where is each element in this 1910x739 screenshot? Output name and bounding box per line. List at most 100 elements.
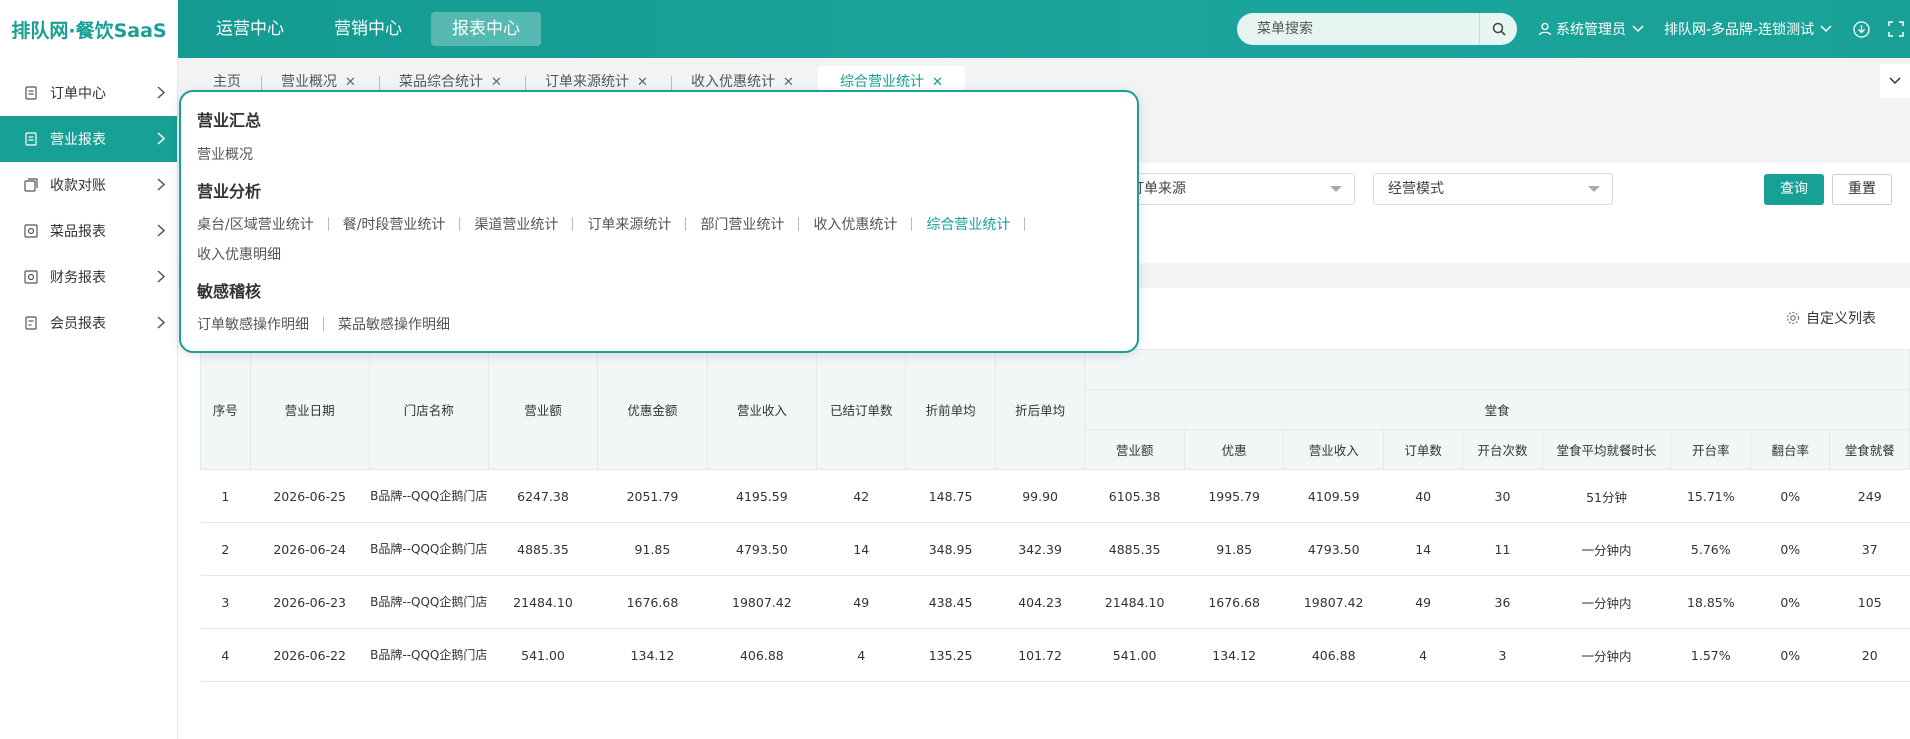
- chevron-down-icon: [1632, 25, 1644, 33]
- table-cell: 101.72: [995, 628, 1085, 682]
- table-cell: 404.23: [995, 575, 1085, 629]
- user-menu[interactable]: 系统管理员: [1538, 0, 1644, 58]
- table-cell: 2026-06-24: [250, 522, 370, 576]
- business-mode-select[interactable]: 经营模式: [1373, 173, 1613, 205]
- sidebar-item-member-report[interactable]: 会员报表: [0, 300, 177, 346]
- table-cell: 37: [1829, 522, 1910, 576]
- col-header: 序号: [200, 349, 251, 470]
- order-source-select[interactable]: 订单来源: [1115, 173, 1355, 205]
- table-cell: 18.85%: [1670, 575, 1751, 629]
- table-cell: 36: [1462, 575, 1543, 629]
- search-icon[interactable]: [1479, 13, 1517, 45]
- sidebar-item-reconcile[interactable]: 收款对账: [0, 162, 177, 208]
- table-cell: 42: [816, 469, 906, 523]
- table-cell: 21484.10: [488, 575, 598, 629]
- caret-down-icon: [1588, 186, 1600, 192]
- gear-icon: [1786, 311, 1800, 325]
- menu-section-title: 营业汇总: [197, 111, 262, 130]
- sub-col-header: 堂食平均就餐时长: [1541, 429, 1672, 470]
- chevron-right-icon: [157, 316, 165, 329]
- tabs-dropdown[interactable]: [1880, 64, 1910, 98]
- col-header: 优惠金额: [597, 349, 708, 470]
- table-cell: 1: [200, 469, 251, 523]
- user-name: 系统管理员: [1556, 22, 1626, 38]
- menu-links-summary: 营业概况: [197, 144, 1097, 164]
- table-cell: B品牌--QQQ企鹅门店: [369, 575, 489, 629]
- table-cell: 0%: [1750, 628, 1830, 682]
- logo[interactable]: 排队网·餐饮SaaS: [0, 0, 178, 58]
- caret-down-icon: [1330, 186, 1342, 192]
- download-icon[interactable]: [1853, 0, 1870, 58]
- menu-link[interactable]: 收入优惠统计: [813, 214, 897, 234]
- table-cell: 51分钟: [1542, 469, 1671, 523]
- table-row: 4 2026-06-22 B品牌--QQQ企鹅门店 541.00 134.12 406.8…: [200, 628, 1910, 682]
- table-cell: 0%: [1750, 522, 1830, 576]
- table-cell: 3: [200, 575, 251, 629]
- menu-link[interactable]: 渠道营业统计: [474, 214, 558, 234]
- table-cell: 134.12: [597, 628, 708, 682]
- sidebar-item-business-report[interactable]: 营业报表: [0, 116, 177, 162]
- menu-link[interactable]: 订单来源统计: [587, 214, 671, 234]
- brand-switcher[interactable]: 排队网-多品牌-连锁测试: [1664, 0, 1832, 58]
- table-header-row: 序号 营业日期 门店名称 营业额 优惠金额 营业收入 已结订单数 折前单均 折后…: [200, 349, 1910, 470]
- fullscreen-icon[interactable]: [1888, 0, 1904, 58]
- menu-link[interactable]: 订单敏感操作明细: [197, 314, 309, 334]
- table-cell: 1676.68: [597, 575, 708, 629]
- query-button[interactable]: 查询: [1764, 174, 1824, 205]
- menu-link[interactable]: 菜品敏感操作明细: [338, 314, 450, 334]
- sub-col-header: 订单数: [1382, 429, 1464, 470]
- menu-link[interactable]: 餐/时段营业统计: [343, 214, 446, 234]
- tab-divider: [379, 76, 380, 90]
- table-cell: 3: [1462, 628, 1543, 682]
- menu-link[interactable]: 桌台/区域营业统计: [197, 214, 314, 234]
- col-header: 已结订单数: [816, 349, 907, 470]
- menu-link[interactable]: 部门营业统计: [700, 214, 784, 234]
- sidebar-item-label: 订单中心: [50, 86, 106, 102]
- close-icon[interactable]: ✕: [637, 75, 648, 90]
- chevron-right-icon: [157, 132, 165, 145]
- menu-link-current[interactable]: 综合营业统计: [926, 214, 1010, 234]
- table-cell: 541.00: [1084, 628, 1185, 682]
- close-icon[interactable]: ✕: [345, 75, 356, 90]
- member-icon: [25, 316, 37, 330]
- table-cell: 6105.38: [1084, 469, 1185, 523]
- table-cell: 406.88: [1283, 628, 1384, 682]
- table-cell: B品牌--QQQ企鹅门店: [369, 469, 489, 523]
- table-row: 2 2026-06-24 B品牌--QQQ企鹅门店 4885.35 91.85 4793.…: [200, 522, 1910, 576]
- table-cell: 135.25: [905, 628, 996, 682]
- col-header: 门店名称: [368, 349, 489, 470]
- table-cell: 40: [1383, 469, 1463, 523]
- table-cell: 342.39: [995, 522, 1085, 576]
- table-cell: 406.88: [707, 628, 817, 682]
- close-icon[interactable]: ✕: [783, 75, 794, 90]
- sidebar-item-finance-report[interactable]: 财务报表: [0, 254, 177, 300]
- nav-marketing[interactable]: 营销中心: [313, 12, 423, 46]
- reset-button[interactable]: 重置: [1832, 174, 1892, 205]
- menu-search-input[interactable]: [1257, 21, 1479, 37]
- menu-link[interactable]: 收入优惠明细: [197, 244, 1097, 264]
- brand-name: 排队网-多品牌-连锁测试: [1664, 22, 1815, 38]
- table-cell: 438.45: [905, 575, 996, 629]
- col-header: 营业收入: [706, 349, 818, 470]
- col-header: 营业日期: [249, 349, 370, 470]
- close-icon[interactable]: ✕: [491, 75, 502, 90]
- table-cell: 2051.79: [597, 469, 708, 523]
- nav-operations[interactable]: 运营中心: [195, 12, 305, 46]
- table-cell: 249: [1829, 469, 1910, 523]
- sub-col-header: 堂食就餐: [1829, 429, 1910, 470]
- top-header: 排队网·餐饮SaaS 运营中心 营销中心 报表中心 系统管理员 排队网-多品牌-…: [0, 0, 1910, 58]
- table-cell: B品牌--QQQ企鹅门店: [369, 522, 489, 576]
- close-icon[interactable]: ✕: [932, 75, 943, 90]
- sidebar-item-order-center[interactable]: 订单中心: [0, 70, 177, 116]
- table-row: 1 2026-06-25 B品牌--QQQ企鹅门店 6247.38 2051.79 419…: [200, 469, 1910, 523]
- nav-reports[interactable]: 报表中心: [431, 12, 541, 46]
- table-cell: 91.85: [1184, 522, 1284, 576]
- sidebar: 订单中心 营业报表 收款对账 菜品报表 财务报表 会员报表: [0, 58, 178, 739]
- logo-text: 排队网·餐饮SaaS: [11, 19, 167, 42]
- sidebar-item-dish-report[interactable]: 菜品报表: [0, 208, 177, 254]
- table-cell: 2026-06-22: [250, 628, 370, 682]
- col-group-spacer: [1084, 349, 1910, 390]
- tab-divider: [671, 76, 672, 90]
- menu-link[interactable]: 营业概况: [197, 144, 253, 164]
- customize-columns-button[interactable]: 自定义列表: [1786, 308, 1876, 328]
